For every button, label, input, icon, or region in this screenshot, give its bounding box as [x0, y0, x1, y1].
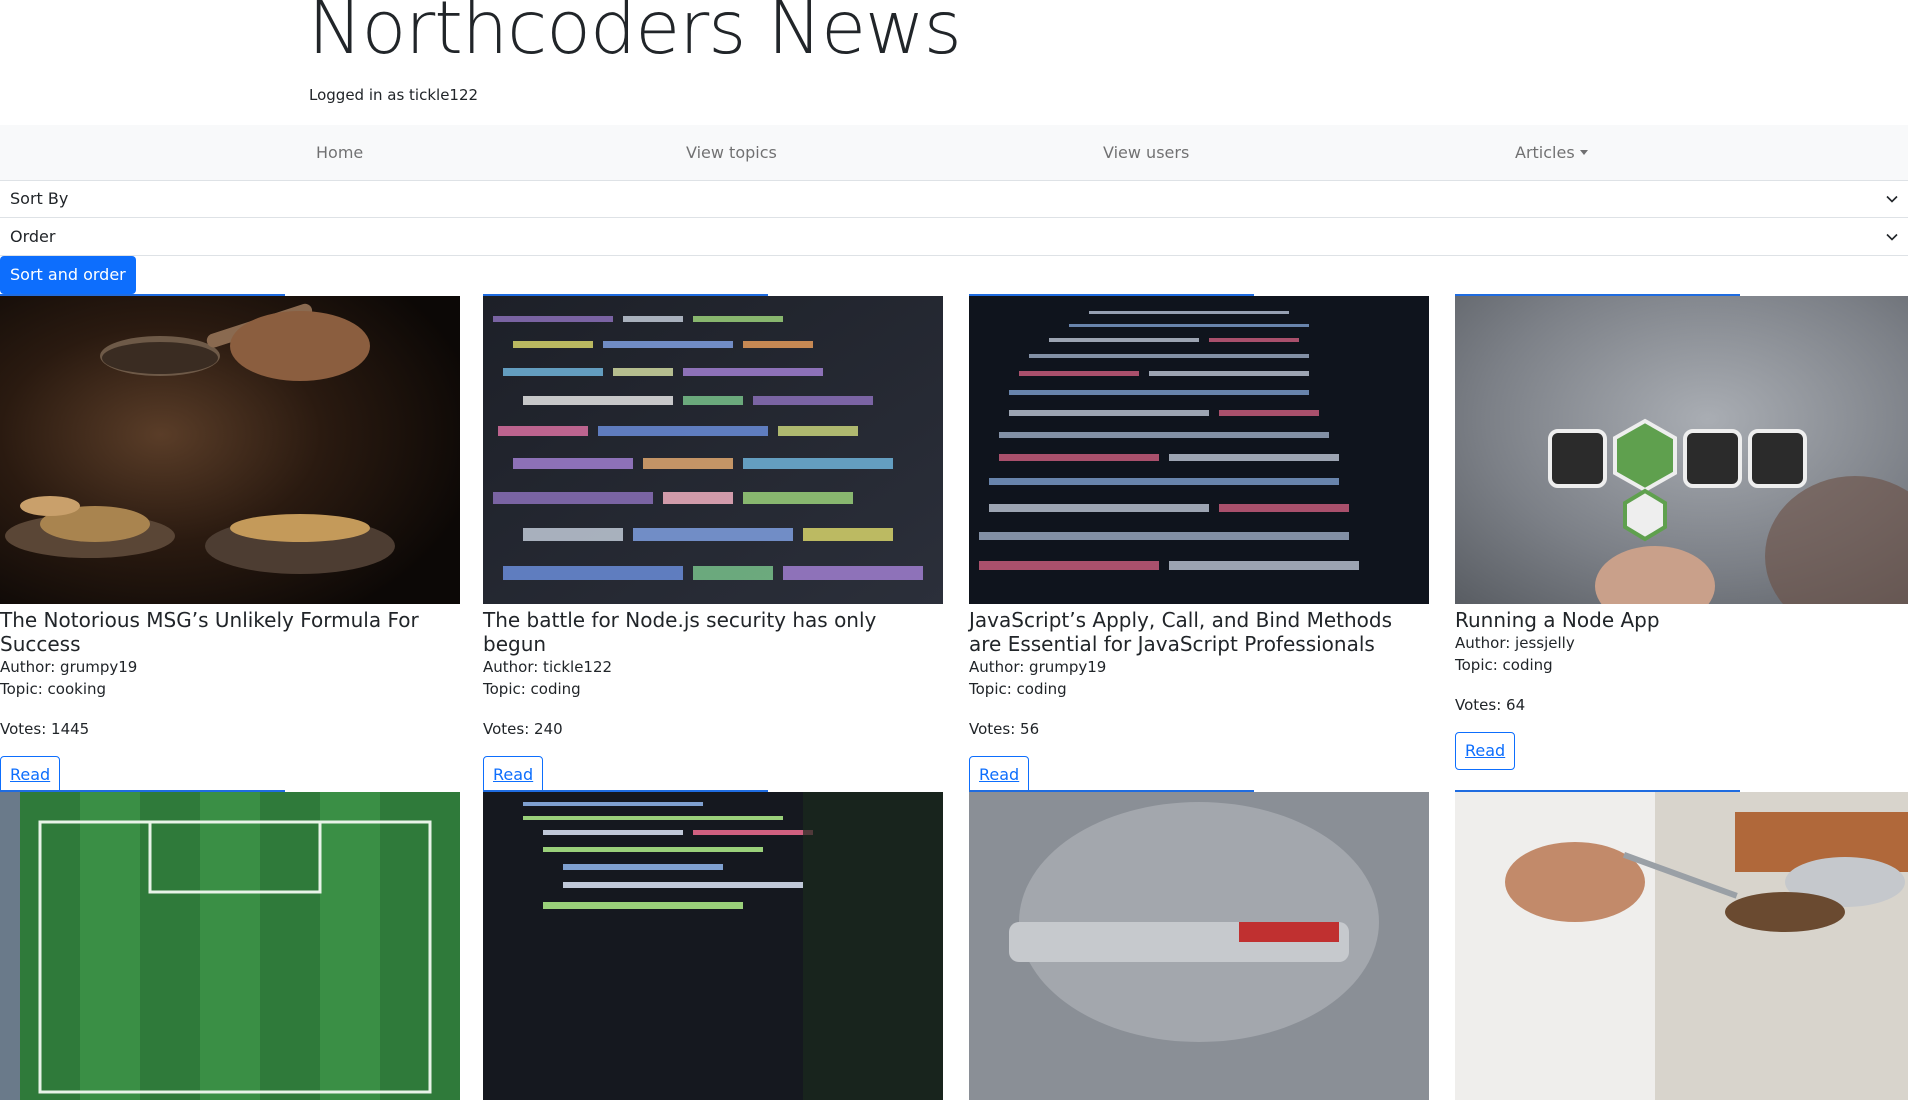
article-image-node-logo — [1455, 296, 1908, 604]
article-votes: Votes: 56 — [969, 720, 1040, 738]
article-image-code — [969, 296, 1429, 604]
chevron-down-icon — [1886, 233, 1898, 241]
card-divider — [969, 790, 1254, 792]
chevron-down-icon — [1886, 195, 1898, 203]
article-card: JavaScript’s Apply, Call, and Bind Metho… — [969, 294, 1429, 794]
sort-by-select[interactable]: Sort By — [0, 181, 1908, 218]
article-card — [969, 790, 1429, 1100]
article-title[interactable]: The Notorious MSG’s Unlikely Formula For… — [0, 608, 460, 656]
article-topic: Topic: coding — [969, 680, 1067, 698]
card-divider — [969, 294, 1254, 296]
article-image-code — [483, 792, 943, 1100]
article-title[interactable]: JavaScript’s Apply, Call, and Bind Metho… — [969, 608, 1429, 656]
article-title[interactable]: Running a Node App — [1455, 608, 1908, 632]
article-image-blurred — [969, 792, 1429, 1100]
sort-and-order-button[interactable]: Sort and order — [0, 256, 136, 294]
card-divider — [1455, 294, 1740, 296]
nav-home-link[interactable]: Home — [316, 143, 363, 162]
article-card — [0, 790, 460, 1100]
article-image-cooking — [0, 296, 460, 604]
sort-by-label: Sort By — [10, 189, 69, 208]
read-button[interactable]: Read — [0, 756, 61, 794]
article-topic: Topic: coding — [1455, 656, 1553, 674]
nav-users-link[interactable]: View users — [1103, 143, 1189, 162]
read-button[interactable]: Read — [969, 756, 1030, 794]
article-author: Author: grumpy19 — [969, 658, 1107, 676]
article-topic: Topic: cooking — [0, 680, 107, 698]
order-select[interactable]: Order — [0, 219, 1908, 256]
navbar: Home View topics View users Articles — [0, 125, 1908, 181]
article-title[interactable]: The battle for Node.js security has only… — [483, 608, 943, 656]
article-image-football-pitch — [0, 792, 460, 1100]
article-author: Author: tickle122 — [483, 658, 613, 676]
article-card — [483, 790, 943, 1100]
caret-down-icon — [1579, 150, 1588, 155]
card-divider — [0, 294, 285, 296]
nav-articles-dropdown[interactable]: Articles — [1515, 143, 1588, 162]
login-status: Logged in as tickle122 — [309, 86, 479, 104]
article-author: Author: jessjelly — [1455, 634, 1575, 652]
article-votes: Votes: 1445 — [0, 720, 90, 738]
read-button[interactable]: Read — [483, 756, 544, 794]
article-card: The battle for Node.js security has only… — [483, 294, 943, 794]
article-author: Author: grumpy19 — [0, 658, 138, 676]
article-image-code — [483, 296, 943, 604]
article-card: The Notorious MSG’s Unlikely Formula For… — [0, 294, 460, 794]
article-votes: Votes: 240 — [483, 720, 563, 738]
nav-topics-link[interactable]: View topics — [686, 143, 777, 162]
article-card — [1455, 790, 1908, 1100]
order-label: Order — [10, 227, 56, 246]
nav-articles-label: Articles — [1515, 143, 1575, 162]
read-button[interactable]: Read — [1455, 732, 1516, 770]
card-divider — [0, 790, 285, 792]
article-topic: Topic: coding — [483, 680, 581, 698]
article-image-chef — [1455, 792, 1908, 1100]
article-votes: Votes: 64 — [1455, 696, 1526, 714]
card-divider — [483, 790, 768, 792]
card-divider — [483, 294, 768, 296]
site-title: Northcoders News — [308, 0, 962, 71]
article-card: Running a Node App Author: jessjelly Top… — [1455, 294, 1908, 770]
card-divider — [1455, 790, 1740, 792]
